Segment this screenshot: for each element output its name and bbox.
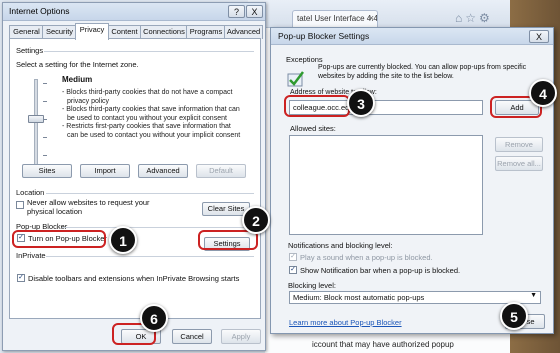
dialog-title: Pop-up Blocker Settings — [271, 28, 553, 45]
import-button[interactable]: Import — [80, 164, 130, 178]
divider — [46, 193, 254, 194]
description-line: privacy policy — [67, 97, 110, 105]
settings-instruction: Select a setting for the Internet zone. — [16, 60, 139, 69]
cancel-button[interactable]: Cancel — [172, 329, 212, 344]
allowed-sites-list[interactable] — [289, 135, 483, 235]
show-notification-bar-label: Show Notification bar when a pop-up is b… — [300, 266, 461, 275]
tab-privacy[interactable]: Privacy — [75, 23, 109, 40]
slider-tick — [43, 119, 47, 120]
never-allow-location-label: Never allow websites to request your phy… — [27, 198, 150, 216]
browser-toolbar-icons[interactable]: ⌂☆⚙ — [455, 11, 501, 25]
callout-badge-2: 2 — [242, 206, 270, 234]
sites-button[interactable]: Sites — [22, 164, 72, 178]
blocking-level-value: Medium: Block most automatic pop-ups — [293, 293, 425, 302]
notifications-heading: Notifications and blocking level: — [288, 241, 393, 250]
slider-tick — [43, 83, 47, 84]
exceptions-heading: Exceptions — [286, 55, 323, 64]
disable-toolbars-label: Disable toolbars and extensions when InP… — [28, 274, 240, 283]
browser-tab[interactable]: tatel User Interface 4.4 × — [292, 10, 378, 28]
privacy-level: Medium — [62, 75, 93, 84]
tab-content[interactable]: Content — [107, 25, 142, 39]
callout-badge-1: 1 — [109, 226, 137, 254]
slider-tick — [43, 137, 47, 138]
tab-security[interactable]: Security — [42, 25, 77, 39]
inprivate-heading: InPrivate — [16, 251, 46, 260]
privacy-slider-thumb[interactable] — [28, 115, 44, 123]
privacy-tab-panel: Settings Select a setting for the Intern… — [9, 38, 261, 319]
privacy-slider-track[interactable] — [34, 79, 38, 167]
blocking-level-label: Blocking level: — [288, 281, 336, 290]
callout-highlight-address-input — [284, 95, 350, 117]
callout-badge-5: 5 — [500, 302, 528, 330]
settings-heading: Settings — [16, 46, 44, 55]
chevron-down-icon: ▼ — [530, 292, 537, 299]
default-button[interactable]: Default — [196, 164, 246, 178]
blocking-level-select[interactable]: Medium: Block most automatic pop-ups ▼ — [289, 291, 541, 304]
label-line: physical location — [27, 206, 83, 216]
divider — [62, 227, 254, 228]
disable-toolbars-checkbox[interactable]: ✓ — [17, 274, 25, 282]
slider-tick — [43, 101, 47, 102]
tab-connections[interactable]: Connections — [140, 25, 188, 39]
play-sound-checkbox[interactable]: ✓ — [289, 253, 297, 261]
learn-more-link[interactable]: Learn more about Pop-up Blocker — [289, 318, 402, 327]
browser-tab-title: tatel User Interface 4.4 — [297, 14, 378, 23]
callout-badge-6: 6 — [140, 304, 168, 332]
callout-highlight-settings-button — [198, 230, 258, 250]
description-line: - Blocks third-party cookies that do not… — [62, 89, 233, 96]
help-button[interactable]: ? — [228, 5, 245, 18]
never-allow-location-checkbox[interactable] — [16, 201, 24, 209]
description-line: can be used to contact you without your … — [67, 131, 241, 139]
advanced-button[interactable]: Advanced — [138, 164, 188, 178]
close-button[interactable]: X — [529, 30, 549, 43]
exceptions-text-line: Pop-ups are currently blocked. You can a… — [318, 64, 527, 71]
popup-blocker-settings-dialog: Pop-up Blocker Settings X Exceptions Pop… — [270, 27, 554, 334]
callout-highlight-popup-checkbox — [12, 230, 106, 248]
tab-programs[interactable]: Programs — [186, 25, 226, 39]
slider-tick — [43, 155, 47, 156]
allowed-sites-label: Allowed sites: — [290, 124, 336, 133]
remove-all-button[interactable]: Remove all... — [495, 156, 543, 171]
divider — [46, 256, 254, 257]
description-line: - Restricts first-party cookies that sav… — [62, 123, 231, 130]
location-heading: Location — [16, 188, 45, 197]
tab-advanced[interactable]: Advanced — [224, 25, 263, 39]
close-icon[interactable]: × — [369, 13, 374, 23]
dialog-title: Internet Options — [3, 3, 265, 21]
play-sound-label: Play a sound when a pop-up is blocked. — [300, 253, 433, 262]
description-line: - Blocks third-party cookies that save i… — [62, 106, 240, 113]
apply-button[interactable]: Apply — [221, 329, 261, 344]
divider — [44, 51, 254, 52]
privacy-description: - Blocks third-party cookies that do not… — [62, 89, 240, 140]
close-button[interactable]: X — [246, 5, 263, 18]
checkmark-window-icon — [287, 71, 304, 87]
internet-options-dialog: Internet Options ? X General Security Pr… — [2, 2, 266, 351]
callout-badge-4: 4 — [529, 79, 557, 107]
description-line: be used to contact you without your expl… — [67, 114, 227, 122]
tab-general[interactable]: General — [9, 25, 44, 39]
callout-badge-3: 3 — [347, 89, 375, 117]
remove-button[interactable]: Remove — [495, 137, 543, 152]
show-notification-bar-checkbox[interactable]: ✓ — [289, 266, 297, 274]
page-text: iccount that may have authorized popup — [312, 340, 454, 349]
exceptions-text-line: websites by adding the site to the list … — [318, 73, 454, 80]
